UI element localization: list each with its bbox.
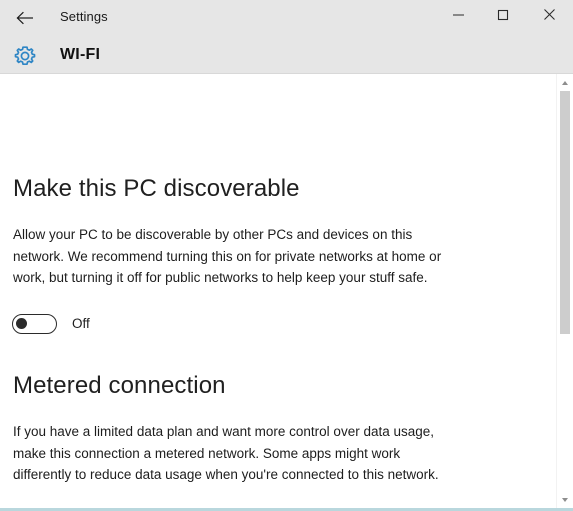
window-title: Settings: [60, 9, 108, 24]
chevron-down-icon: [562, 497, 568, 502]
scrollbar-track[interactable]: [560, 334, 570, 491]
page-title: WI-FI: [60, 46, 101, 63]
section-body-discoverable: Allow your PC to be discoverable by othe…: [13, 227, 442, 285]
toggle-knob: [16, 318, 27, 329]
section-body-metered: If you have a limited data plan and want…: [13, 424, 439, 482]
discoverable-toggle-label: Off: [72, 316, 90, 331]
page-header: WI-FI: [0, 36, 573, 74]
back-button[interactable]: [8, 3, 42, 33]
settings-content-pane: Make this PC discoverable Allow your PC …: [0, 74, 556, 508]
minimize-button[interactable]: [435, 0, 481, 33]
close-icon: [543, 8, 556, 26]
scrollbar-thumb[interactable]: [560, 91, 570, 334]
discoverable-toggle-switch[interactable]: [12, 314, 57, 334]
discoverable-toggle-row[interactable]: Off: [12, 314, 90, 334]
back-arrow-icon: [16, 11, 34, 25]
section-heading-discoverable: Make this PC discoverable: [13, 175, 300, 202]
close-button[interactable]: [526, 0, 572, 33]
scroll-up-button[interactable]: [557, 74, 573, 91]
chevron-up-icon: [562, 80, 568, 85]
vertical-scrollbar[interactable]: [556, 74, 573, 508]
scroll-down-button[interactable]: [557, 491, 573, 508]
maximize-icon: [497, 8, 509, 26]
settings-window: Settings WI-FI Make this PC discoverable…: [0, 0, 573, 511]
title-bar: Settings: [0, 0, 573, 36]
section-heading-metered: Metered connection: [13, 372, 226, 399]
gear-icon: [11, 42, 39, 70]
maximize-button[interactable]: [480, 0, 526, 33]
minimize-icon: [452, 8, 465, 26]
